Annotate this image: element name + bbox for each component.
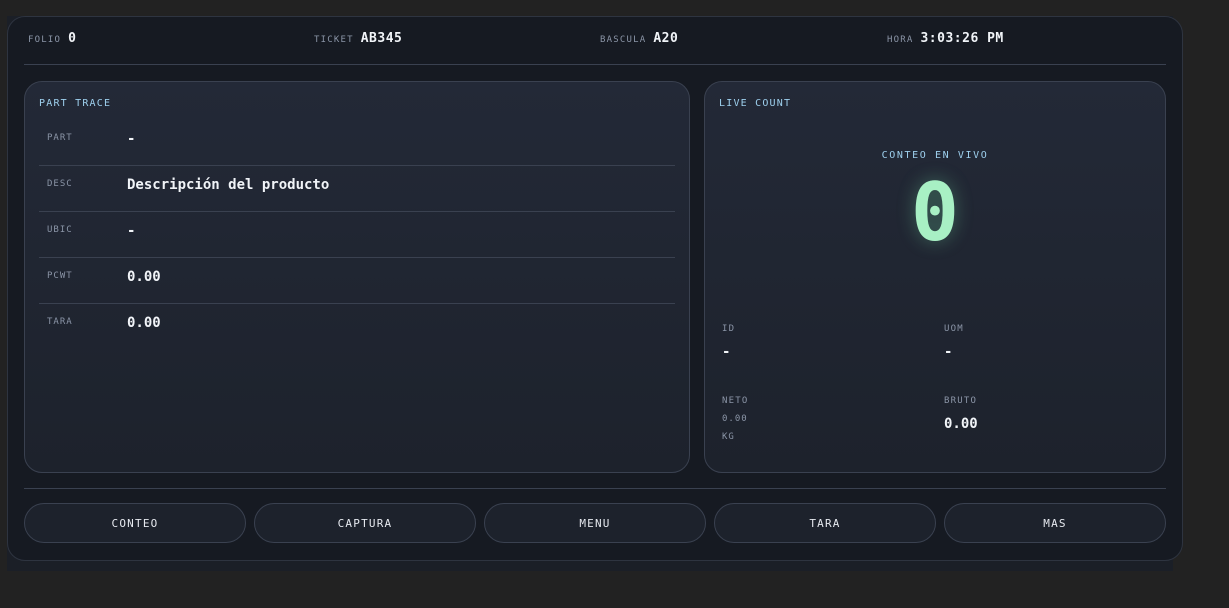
- captura-button[interactable]: CAPTURA: [254, 503, 476, 543]
- trace-key: TARA: [47, 317, 73, 327]
- ticket-stat: TICKET AB345: [314, 31, 402, 46]
- footer-divider: [24, 488, 1166, 489]
- bascula-label: BASCULA: [600, 35, 647, 45]
- mas-button[interactable]: MAS: [944, 503, 1166, 543]
- bruto-label: BRUTO: [944, 396, 978, 406]
- trace-row-ubic: UBIC -: [39, 212, 675, 258]
- folio-value: 0: [68, 31, 77, 46]
- trace-value: Descripción del producto: [127, 177, 330, 193]
- bascula-stat: BASCULA A20: [600, 31, 678, 46]
- app-frame: FOLIO 0 TICKET AB345 BASCULA A20 HORA 3:…: [7, 16, 1183, 571]
- trace-value: 0.00: [127, 315, 161, 331]
- trace-row-tara: TARA 0.00: [39, 304, 675, 350]
- neto-value: 0.00: [722, 414, 748, 424]
- trace-value: -: [127, 223, 136, 239]
- app-card: FOLIO 0 TICKET AB345 BASCULA A20 HORA 3:…: [7, 16, 1183, 561]
- bruto-value: 0.00: [944, 416, 978, 432]
- trace-row-pcwt: PCWT 0.00: [39, 258, 675, 304]
- conteo-button[interactable]: CONTEO: [24, 503, 246, 543]
- trace-value: -: [127, 131, 136, 147]
- hora-label: HORA: [887, 35, 914, 45]
- live-count-value: 0: [910, 166, 960, 259]
- ticket-value: AB345: [360, 31, 403, 46]
- hora-value: 3:03:26 PM: [920, 31, 1004, 46]
- trace-key: PART: [47, 133, 73, 143]
- uom-label: UOM: [944, 324, 964, 334]
- trace-key: UBIC: [47, 225, 73, 235]
- neto-label: NETO: [722, 396, 749, 406]
- tara-button[interactable]: TARA: [714, 503, 936, 543]
- trace-key: DESC: [47, 179, 73, 189]
- header-bar: FOLIO 0 TICKET AB345 BASCULA A20 HORA 3:…: [28, 31, 1166, 53]
- neto-unit: KG: [722, 432, 735, 442]
- trace-value: 0.00: [127, 269, 161, 285]
- live-count-caption: CONTEO EN VIVO: [881, 150, 989, 161]
- folio-stat: FOLIO 0: [28, 31, 76, 46]
- bascula-value: A20: [653, 31, 679, 46]
- id-label: ID: [722, 324, 736, 334]
- uom-value: -: [944, 344, 953, 360]
- live-count-panel: LIVE COUNT CONTEO EN VIVO 0 ID - UOM - N…: [704, 81, 1166, 473]
- part-trace-panel: PART TRACE PART - DESC Descripción del p…: [24, 81, 690, 473]
- trace-key: PCWT: [47, 271, 73, 281]
- header-divider: [24, 64, 1166, 65]
- part-trace-title: PART TRACE: [39, 98, 112, 109]
- ticket-label: TICKET: [314, 35, 354, 45]
- hora-stat: HORA 3:03:26 PM: [887, 31, 1004, 46]
- id-value: -: [722, 344, 731, 360]
- live-count-title: LIVE COUNT: [719, 98, 792, 109]
- folio-label: FOLIO: [28, 35, 62, 45]
- trace-row-part: PART -: [39, 120, 675, 166]
- trace-row-desc: DESC Descripción del producto: [39, 166, 675, 212]
- menu-button[interactable]: MENU: [484, 503, 706, 543]
